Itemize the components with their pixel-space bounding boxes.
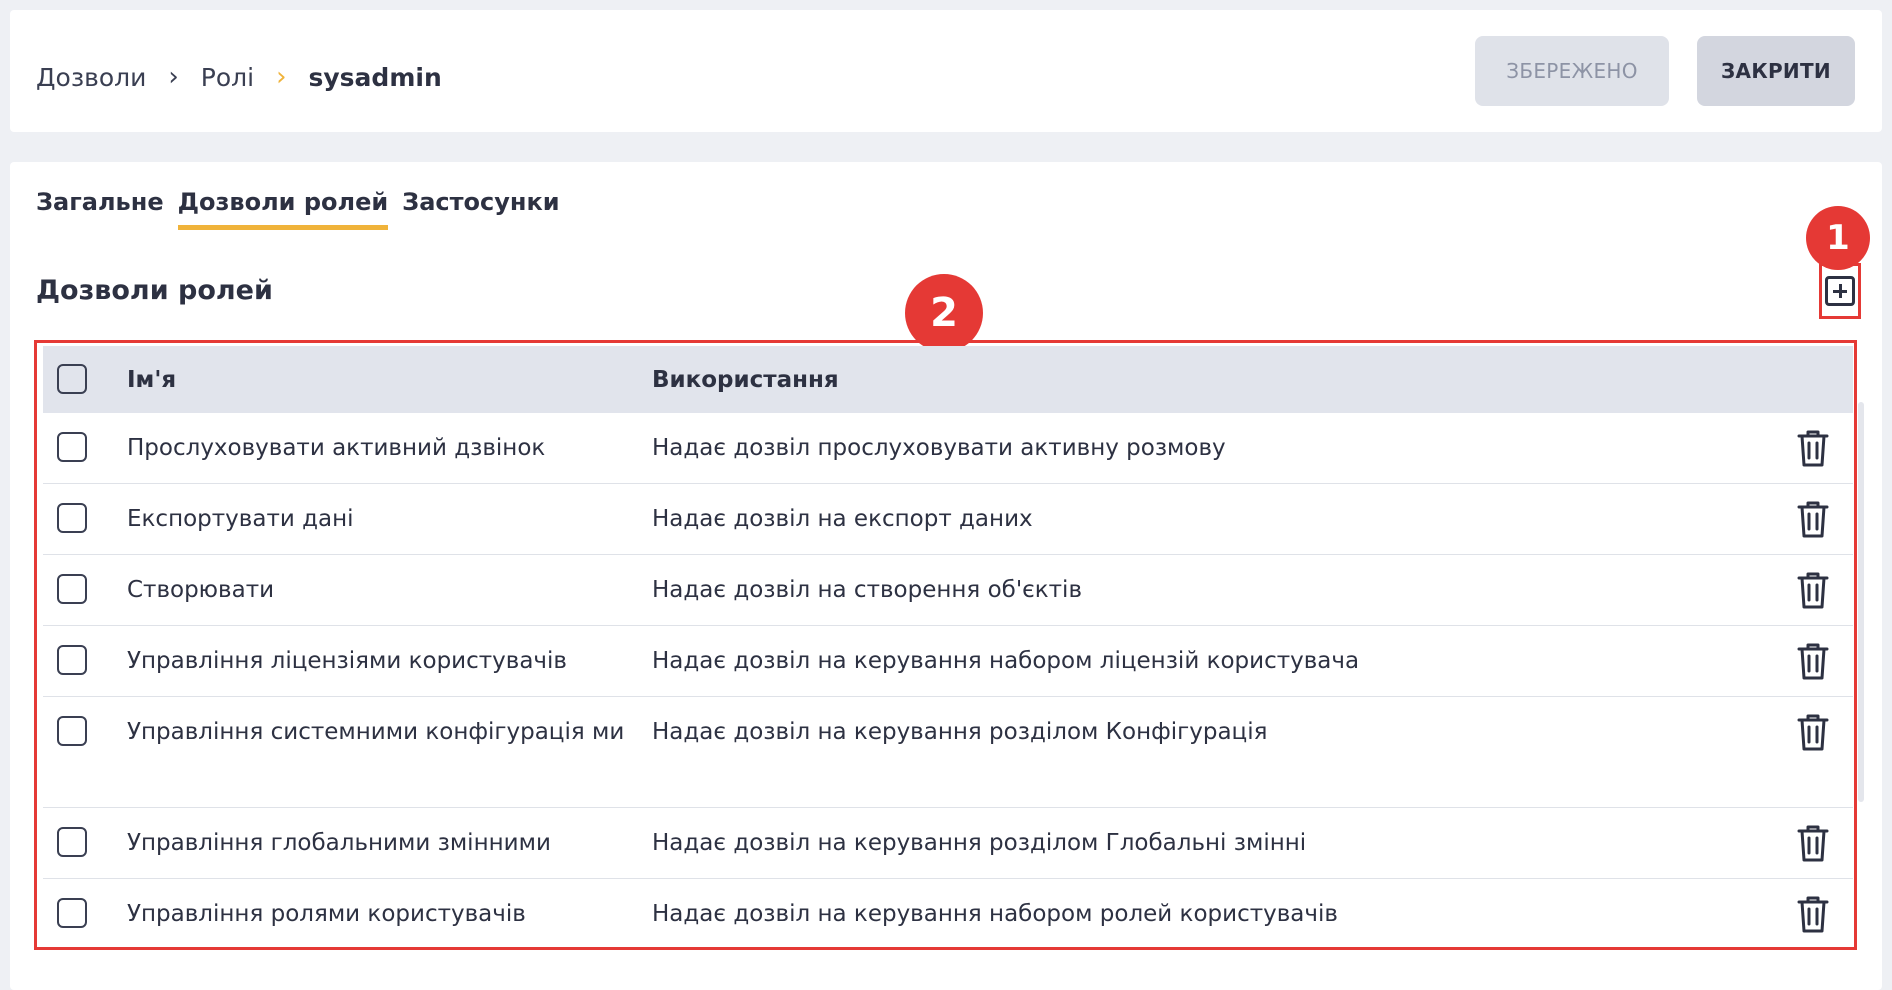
row-name: Управління глобальними змінними (127, 830, 551, 856)
table-row[interactable]: Управління глобальними змінними Надає до… (43, 808, 1853, 879)
trash-icon[interactable] (1795, 570, 1831, 610)
tab-applications[interactable]: Застосунки (402, 188, 559, 230)
breadcrumb: Дозволи › Ролі › sysadmin (36, 62, 442, 92)
row-usage: Надає дозвіл на керування розділом Глоба… (652, 830, 1307, 856)
trash-icon[interactable] (1795, 641, 1831, 681)
row-name: Створювати (127, 577, 275, 603)
close-button[interactable]: ЗАКРИТИ (1697, 36, 1855, 106)
row-name: Прослуховувати активний дзвінок (127, 435, 546, 461)
row-checkbox[interactable] (57, 574, 87, 604)
tab-bar: Загальне Дозволи ролей Застосунки (36, 188, 574, 230)
saved-button[interactable]: ЗБЕРЕЖЕНО (1475, 36, 1669, 106)
trash-icon[interactable] (1795, 428, 1831, 468)
column-header-usage: Використання (652, 366, 839, 393)
row-name: Експортувати дані (127, 506, 354, 532)
table-row[interactable]: Управління ліцензіями користувачів Надає… (43, 626, 1853, 697)
breadcrumb-separator: › (168, 62, 179, 92)
permissions-table: Ім'я Використання Прослуховувати активни… (34, 340, 1857, 950)
row-usage: Надає дозвіл на керування розділом Конфі… (652, 719, 1268, 745)
select-all-checkbox[interactable] (57, 364, 87, 394)
main-card: Загальне Дозволи ролей Застосунки Дозвол… (10, 162, 1882, 990)
breadcrumb-separator: › (276, 62, 287, 92)
row-checkbox[interactable] (57, 645, 87, 675)
trash-icon[interactable] (1795, 499, 1831, 539)
row-checkbox[interactable] (57, 432, 87, 462)
row-checkbox[interactable] (57, 716, 87, 746)
table-scrollbar[interactable] (1858, 402, 1864, 802)
row-checkbox[interactable] (57, 898, 87, 928)
header-card: Дозволи › Ролі › sysadmin ЗБЕРЕЖЕНО ЗАКР… (10, 10, 1882, 132)
add-permission-button[interactable] (1819, 263, 1861, 319)
row-usage: Надає дозвіл на експорт даних (652, 506, 1033, 532)
row-usage: Надає дозвіл на створення об'єктів (652, 577, 1083, 603)
tab-role-permissions[interactable]: Дозволи ролей (177, 188, 388, 230)
row-name: Управління ролями користувачів (127, 901, 526, 927)
trash-icon[interactable] (1795, 712, 1831, 752)
row-checkbox[interactable] (57, 503, 87, 533)
section-title: Дозволи ролей (36, 275, 273, 306)
row-name: Управління системними конфігурація ми (127, 719, 625, 745)
trash-icon[interactable] (1795, 823, 1831, 863)
trash-icon[interactable] (1795, 894, 1831, 934)
table-row[interactable]: Прослуховувати активний дзвінок Надає до… (43, 413, 1853, 484)
row-usage: Надає дозвіл на керування набором ліценз… (652, 648, 1360, 674)
table-row[interactable]: Експортувати дані Надає дозвіл на експор… (43, 484, 1853, 555)
tab-general[interactable]: Загальне (36, 188, 164, 230)
annotation-badge-1: 1 (1806, 206, 1870, 270)
breadcrumb-current: sysadmin (308, 62, 442, 92)
table-row[interactable]: Управління ролями користувачів Надає доз… (43, 879, 1853, 947)
breadcrumb-item-roles[interactable]: Ролі (201, 63, 254, 92)
breadcrumb-item-permissions[interactable]: Дозволи (36, 63, 146, 92)
table-header: Ім'я Використання (43, 346, 1853, 413)
table-row[interactable]: Управління системними конфігурація ми На… (43, 697, 1853, 808)
column-header-name: Ім'я (127, 366, 177, 393)
plus-square-icon (1825, 276, 1855, 306)
row-usage: Надає дозвіл на керування набором ролей … (652, 901, 1338, 927)
row-usage: Надає дозвіл прослуховувати активну розм… (652, 435, 1226, 461)
table-row[interactable]: Створювати Надає дозвіл на створення об'… (43, 555, 1853, 626)
row-name: Управління ліцензіями користувачів (127, 648, 567, 674)
row-checkbox[interactable] (57, 827, 87, 857)
